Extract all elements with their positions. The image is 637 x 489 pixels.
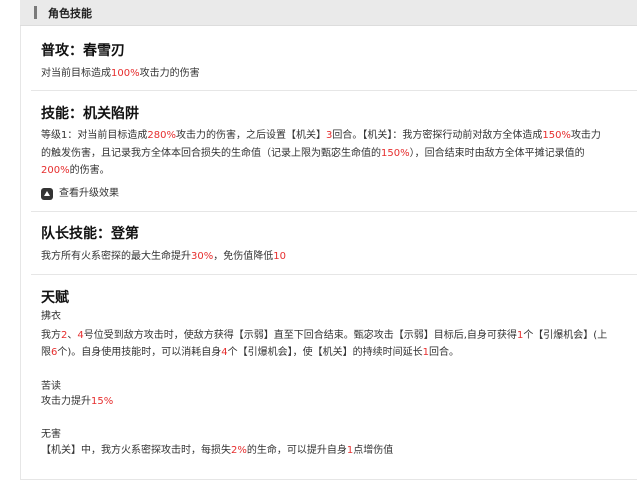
skill-desc-line-1: 等级1：对当前目标造成280%攻击力的伤害，之后设置【机关】3回合。【机关】：我… bbox=[41, 130, 601, 141]
skill-desc-line-3: 200%的伤害。 bbox=[41, 165, 110, 176]
view-upgrade-button[interactable]: 查看升级效果 bbox=[59, 185, 119, 203]
normal-attack-desc: 对当前目标造成100%攻击力的伤害 bbox=[41, 68, 200, 79]
bottom-border bbox=[20, 479, 637, 480]
talent-1-desc-line-2: 限6个)。自身使用技能时，可以消耗自身4个【引爆机会】，使【机关】的持续时间延长… bbox=[41, 347, 460, 358]
left-border bbox=[20, 26, 21, 479]
talent-1-name: 拂衣 bbox=[41, 311, 61, 322]
leader-skill-desc: 我方所有火系密探的最大生命提升30%，免伤值降低10 bbox=[41, 251, 286, 262]
normal-attack-title: 普攻：春雪刃 bbox=[41, 43, 125, 59]
section-header: 角色技能 bbox=[20, 0, 637, 26]
header-accent-bar bbox=[34, 6, 37, 19]
upgrade-icon[interactable] bbox=[41, 188, 53, 200]
leader-skill-title: 队长技能：登第 bbox=[41, 226, 139, 242]
skill-desc-line-2: 的触发伤害，且记录我方全体本回合损失的生命值（记录上限为甄宓生命值的150%），… bbox=[41, 148, 585, 159]
divider bbox=[31, 90, 637, 91]
skill-title: 技能：机关陷阱 bbox=[41, 106, 139, 122]
divider bbox=[31, 274, 637, 275]
talent-3-desc: 【机关】中，我方火系密探攻击时，每损失2%的生命，可以提升自身1点增伤值 bbox=[41, 445, 394, 456]
divider bbox=[31, 211, 637, 212]
talent-title: 天赋 bbox=[41, 290, 69, 306]
section-title: 角色技能 bbox=[48, 7, 92, 20]
talent-2-desc: 攻击力提升15% bbox=[41, 396, 114, 407]
